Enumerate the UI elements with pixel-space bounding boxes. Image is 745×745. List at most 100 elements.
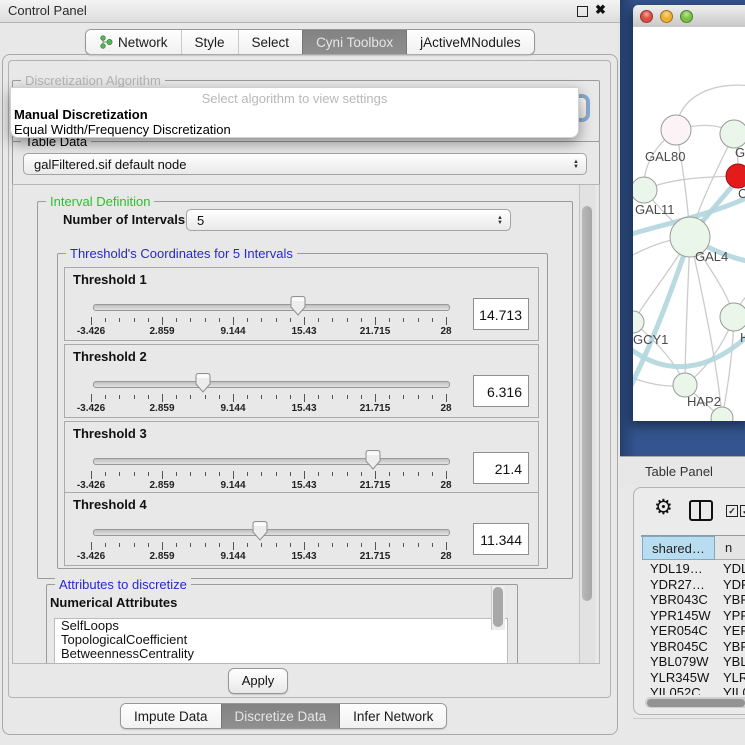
slider-tick [176, 318, 177, 322]
threshold-value-field[interactable]: 21.4 [473, 452, 529, 484]
popup-prompt[interactable]: Select algorithm to view settings [11, 88, 578, 106]
table-data-combo[interactable]: galFiltered.sif default node ▲▼ [23, 153, 587, 175]
float-window-icon[interactable] [577, 6, 588, 17]
threshold-panel-3: Threshold 3-3.4262.8599.14415.4321.71528… [64, 421, 539, 495]
table-data-group: Table Data galFiltered.sif default node … [12, 141, 600, 185]
slider-tick [403, 543, 404, 547]
tab-select[interactable]: Select [238, 30, 303, 54]
slider-tick [332, 472, 333, 476]
slider-tick [148, 543, 149, 547]
table-row[interactable]: YBL079WYBL0 [642, 654, 745, 670]
slider-tick-label: 21.715 [345, 326, 405, 337]
slider-tick [176, 472, 177, 476]
num-intervals-combo[interactable]: 5 ▲▼ [186, 209, 511, 231]
slider-tick-label: 28 [416, 551, 476, 562]
slider-tick [261, 318, 262, 322]
table-row[interactable]: YPR145WYPR1 [642, 608, 745, 624]
slider-track[interactable] [93, 458, 450, 465]
numerical-attributes-list[interactable]: SelfLoopsTopologicalCoefficientBetweenne… [54, 618, 508, 664]
slider-tick [134, 543, 135, 547]
slider-tick [119, 318, 120, 322]
slider-tick [148, 472, 149, 476]
slider-tick [134, 472, 135, 476]
slider-track[interactable] [93, 304, 450, 311]
tab-cyni-toolbox[interactable]: Cyni Toolbox [302, 30, 406, 54]
combo-arrows-icon: ▲▼ [573, 155, 579, 175]
slider-tick [418, 395, 419, 399]
split-columns-icon[interactable] [689, 500, 713, 521]
table-row[interactable]: YER054CYER0 [642, 623, 745, 639]
tab-infer-network[interactable]: Infer Network [339, 704, 446, 728]
slider-thumb[interactable] [289, 295, 307, 321]
tab-discretize-data[interactable]: Discretize Data [221, 704, 340, 728]
network-node[interactable] [720, 303, 745, 331]
popup-item-manual[interactable]: Manual Discretization [11, 106, 578, 121]
slider-thumb[interactable] [194, 372, 212, 398]
slider-tick [119, 472, 120, 476]
slider-track[interactable] [93, 529, 450, 536]
attribute-list-item[interactable]: TopologicalCoefficient [55, 633, 507, 647]
threshold-value-field[interactable]: 14.713 [473, 298, 529, 330]
attribute-list-item[interactable]: SelfLoops [55, 619, 507, 633]
cell-shared-name: YIL052C [642, 685, 715, 695]
slider-tick [119, 395, 120, 399]
slider-thumb[interactable] [364, 449, 382, 475]
close-icon[interactable]: ✖ [595, 2, 606, 18]
tab-label: Select [252, 35, 290, 50]
cell-name: YDR2 [715, 577, 745, 593]
network-canvas[interactable]: GAL80GCGAL11GAL4GCY1HHAP2 [633, 27, 745, 421]
column-header-shared-name[interactable]: shared… [642, 536, 715, 560]
slider-tick [247, 395, 248, 399]
network-node[interactable] [661, 115, 691, 145]
table-horizontal-scrollbar[interactable] [645, 697, 745, 708]
tab-network[interactable]: Network [86, 30, 181, 54]
network-node[interactable] [726, 164, 745, 188]
network-node[interactable] [711, 407, 733, 421]
slider-tick-label: -3.426 [61, 403, 121, 414]
gear-icon[interactable]: ⚙ [654, 497, 673, 518]
slider-tick [148, 318, 149, 322]
tab-label: Discretize Data [235, 709, 327, 724]
tab-jactivemnodules[interactable]: jActiveMNodules [406, 30, 534, 54]
minimize-traffic-light-icon[interactable] [660, 10, 673, 23]
slider-track[interactable] [93, 381, 450, 388]
network-window-titlebar[interactable] [633, 5, 745, 28]
settings-vertical-scrollbar[interactable] [579, 185, 595, 663]
slider-tick-label: 2.859 [132, 326, 192, 337]
slider-tick [304, 471, 305, 479]
table-rows: YDL19…YDL1YDR27…YDR2YBR043CYBR0YPR145WYP… [642, 561, 745, 695]
tab-label: jActiveMNodules [420, 35, 521, 50]
zoom-traffic-light-icon[interactable] [680, 10, 693, 23]
slider-thumb[interactable] [251, 520, 269, 546]
close-traffic-light-icon[interactable] [640, 10, 653, 23]
table-row[interactable]: YLR345WYLR3 [642, 670, 745, 686]
slider-tick [375, 317, 376, 325]
slider-tick [347, 318, 348, 322]
table-row[interactable]: YBR043CYBR0 [642, 592, 745, 608]
table-row[interactable]: YIL052CYIL0 [642, 685, 745, 695]
attribute-list-item[interactable]: BetweennessCentrality [55, 647, 507, 661]
attributes-list-scrollbar[interactable] [491, 586, 505, 630]
network-node[interactable] [720, 120, 745, 148]
checkbox-icon[interactable]: ✓ [740, 505, 745, 517]
threshold-value-field[interactable]: 6.316 [473, 375, 529, 407]
table-row[interactable]: YDR27…YDR2 [642, 577, 745, 593]
checkbox-icon[interactable]: ✓ [726, 505, 738, 517]
tab-label: Network [118, 35, 168, 50]
slider-tick [290, 472, 291, 476]
threshold-panel-1: Threshold 1-3.4262.8599.14415.4321.71528… [64, 267, 539, 341]
table-row[interactable]: YBR045CYBR0 [642, 639, 745, 655]
column-header-name[interactable]: n [715, 536, 745, 560]
tab-impute-data[interactable]: Impute Data [121, 704, 221, 728]
table-row[interactable]: YDL19…YDL1 [642, 561, 745, 577]
tab-style[interactable]: Style [181, 30, 238, 54]
slider-tick [418, 318, 419, 322]
cell-shared-name: YLR345W [642, 670, 715, 686]
apply-button[interactable]: Apply [228, 668, 288, 694]
network-node[interactable] [633, 177, 657, 203]
threshold-value-field[interactable]: 11.344 [473, 523, 529, 555]
slider-tick [347, 395, 348, 399]
cell-shared-name: YPR145W [642, 608, 715, 624]
app-root: Control Panel ✖ NetworkStyleSelectCyni T… [0, 0, 745, 745]
popup-item-equal-width[interactable]: Equal Width/Frequency Discretization [11, 121, 578, 136]
